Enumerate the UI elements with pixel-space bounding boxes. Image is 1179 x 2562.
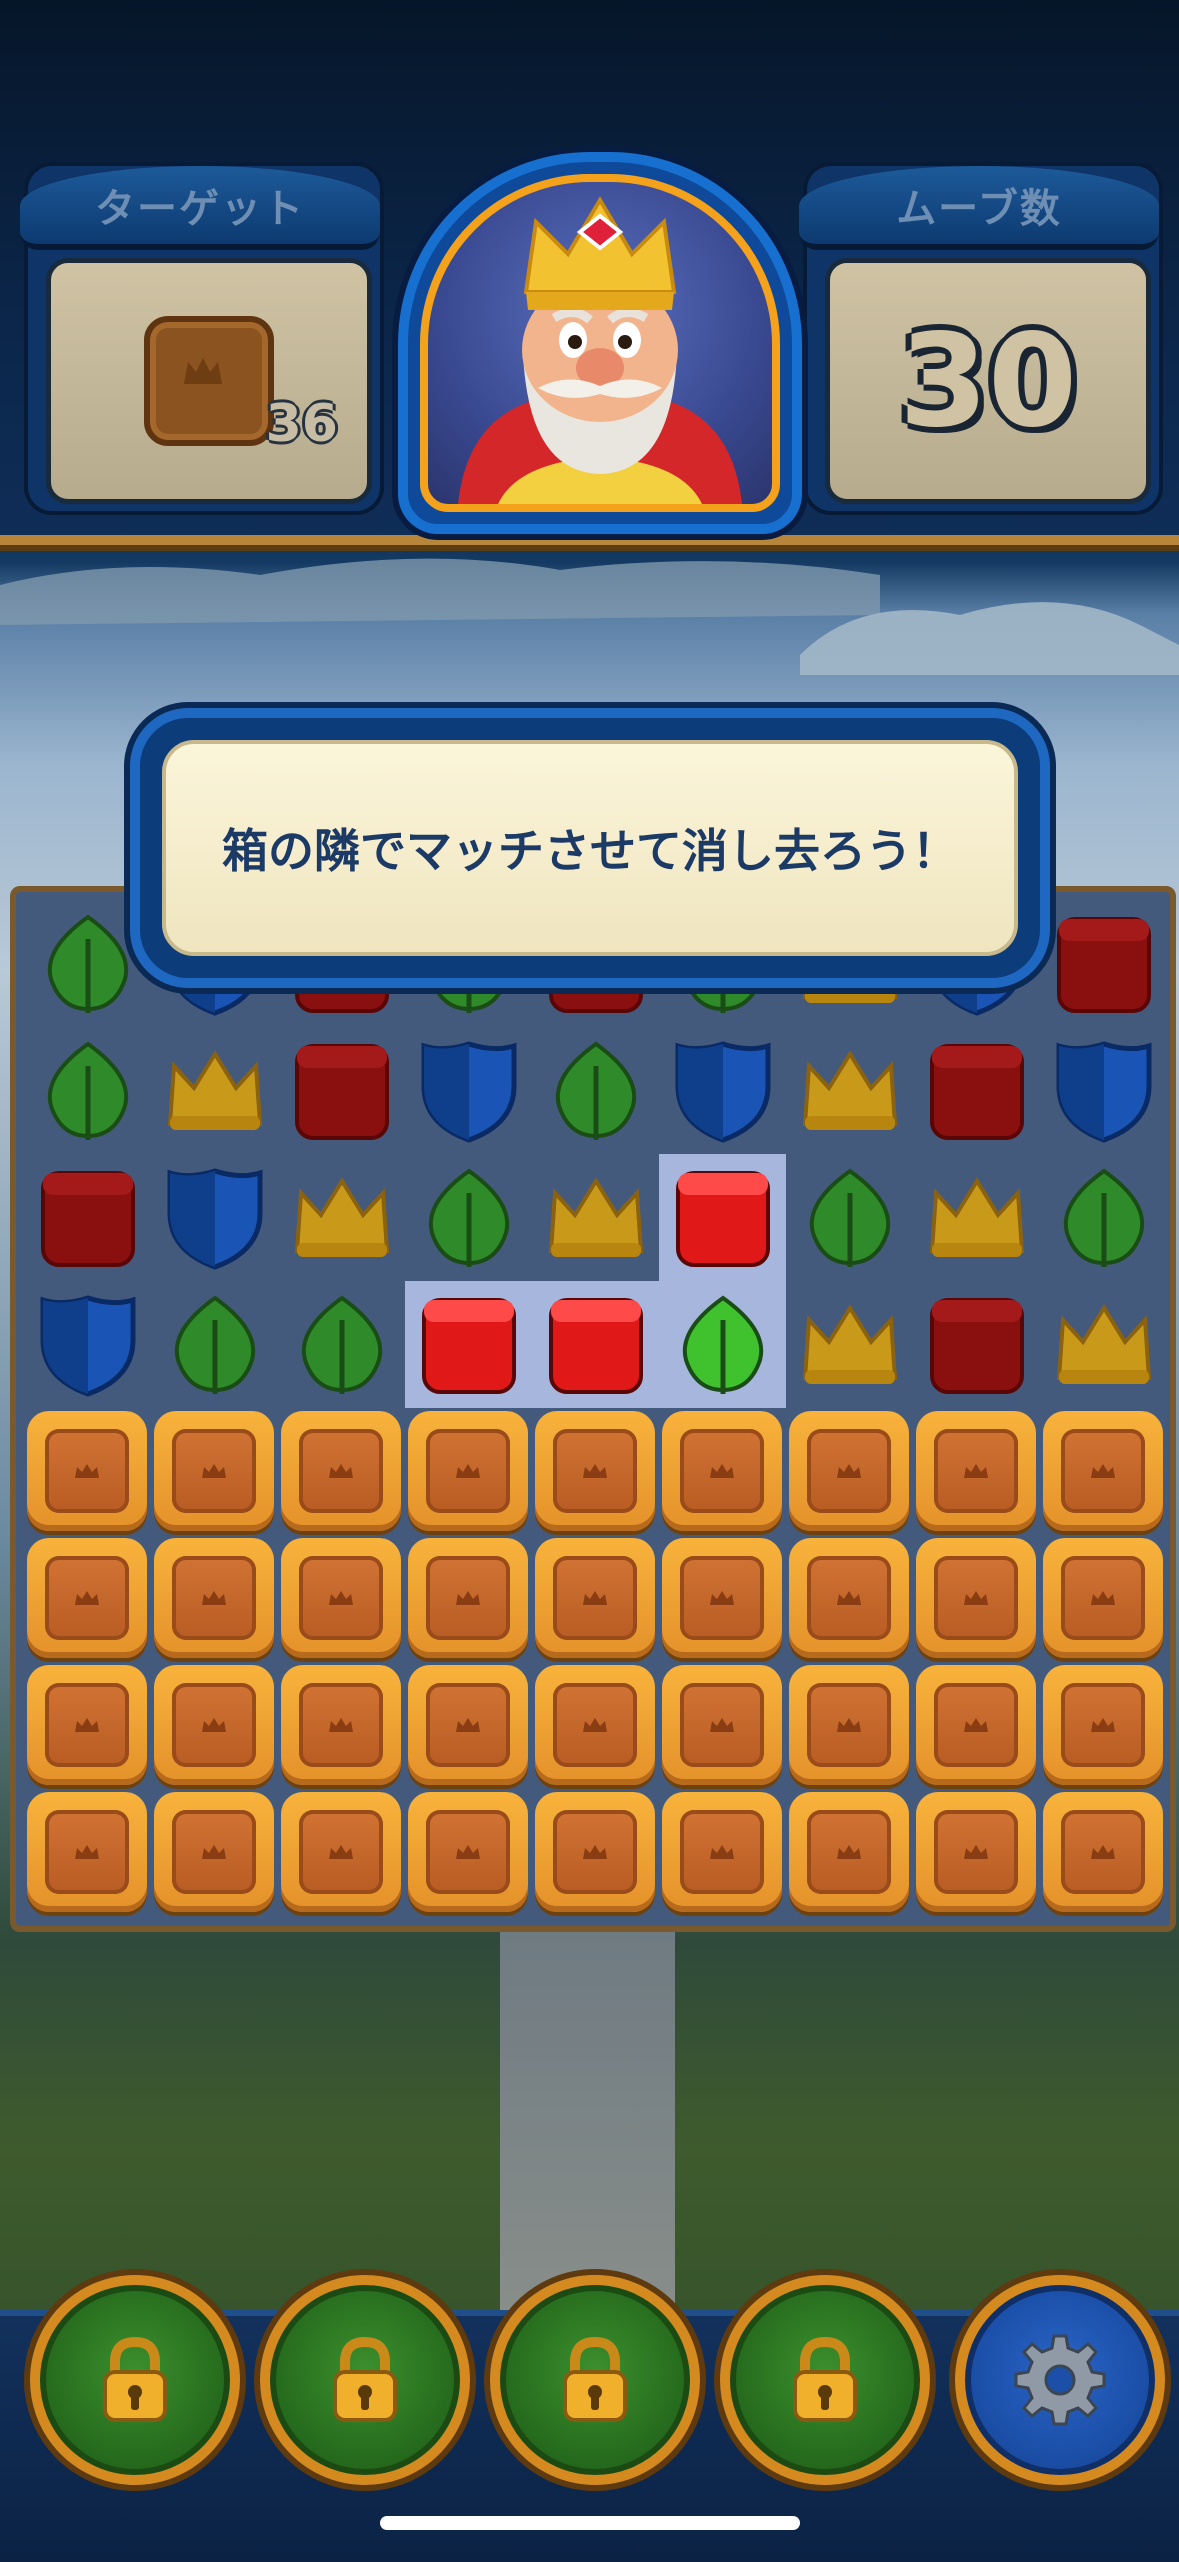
crown-piece-icon[interactable] [786,1027,913,1154]
target-display: 36 [46,258,372,504]
target-count: 36 [265,394,338,454]
crate-block [408,1411,528,1531]
shield-piece-icon[interactable] [24,1281,151,1408]
crate-block [281,1411,401,1531]
crate-block [916,1665,1036,1785]
crate-block [535,1665,655,1785]
crate-block [408,1665,528,1785]
lock-icon [103,2336,167,2422]
crate-block [1043,1665,1163,1785]
moves-display: 30 [825,258,1151,504]
crate-block [408,1538,528,1658]
leaf-piece-icon[interactable] [1040,1154,1167,1281]
crown-piece-icon[interactable] [532,1154,659,1281]
crate-block [535,1792,655,1912]
moves-label: ムーブ数 [799,166,1159,250]
crate-block [535,1538,655,1658]
shield-piece-icon[interactable] [151,1154,278,1281]
moves-panel: ムーブ数 30 [799,162,1163,515]
locked-booster-button[interactable] [720,2275,930,2485]
crate-block [662,1665,782,1785]
crate-block [1043,1792,1163,1912]
game-board [10,886,1176,1932]
crate-block [408,1792,528,1912]
box-piece-icon[interactable] [405,1281,532,1408]
crown-piece-icon[interactable] [151,1027,278,1154]
crown-piece-icon[interactable] [913,1154,1040,1281]
crate-block [789,1411,909,1531]
crate-block [27,1792,147,1912]
crate-block [535,1411,655,1531]
crown-piece-icon[interactable] [278,1154,405,1281]
shield-piece-icon[interactable] [659,1027,786,1154]
crate-block [1043,1538,1163,1658]
crate-block [154,1538,274,1658]
locked-booster-button[interactable] [260,2275,470,2485]
crate-block [662,1538,782,1658]
crown-piece-icon[interactable] [786,1281,913,1408]
box-piece-icon[interactable] [278,1027,405,1154]
crate-block [662,1411,782,1531]
crate-block [27,1538,147,1658]
cloud-layer [0,558,1179,675]
crate-block [154,1665,274,1785]
king-portrait [398,152,802,534]
crate-block [789,1538,909,1658]
leaf-piece-icon[interactable] [151,1281,278,1408]
crate-block [789,1792,909,1912]
crate-block [281,1792,401,1912]
lock-icon [563,2336,627,2422]
crown-piece-icon[interactable] [1040,1281,1167,1408]
crate-block [1043,1411,1163,1531]
moves-count: 30 [898,306,1078,456]
home-indicator[interactable] [380,2516,800,2530]
crate-block [916,1792,1036,1912]
gear-icon [1014,2334,1106,2426]
shield-piece-icon[interactable] [1040,1027,1167,1154]
locked-booster-button[interactable] [490,2275,700,2485]
leaf-piece-icon[interactable] [278,1281,405,1408]
leaf-piece-icon[interactable] [786,1154,913,1281]
leaf-piece-icon[interactable] [532,1027,659,1154]
leaf-piece-icon[interactable] [24,900,151,1027]
box-piece-icon[interactable] [659,1154,786,1281]
settings-button[interactable] [955,2275,1165,2485]
crate-block [27,1665,147,1785]
target-panel: ターゲット 36 [20,162,384,515]
crate-block [154,1411,274,1531]
crate-block [789,1665,909,1785]
crate-block [281,1538,401,1658]
box-piece-icon[interactable] [913,1281,1040,1408]
crate-block [916,1411,1036,1531]
box-piece-icon[interactable] [532,1281,659,1408]
top-hud: ターゲット 36 ムーブ数 30 [0,0,1179,545]
crate-block [154,1792,274,1912]
crate-target-icon: 36 [144,316,338,454]
box-piece-icon[interactable] [913,1027,1040,1154]
locked-booster-button[interactable] [30,2275,240,2485]
leaf-piece-icon[interactable] [24,1027,151,1154]
crate-block [916,1538,1036,1658]
crate-block [281,1665,401,1785]
box-piece-icon[interactable] [1040,900,1167,1027]
leaf-piece-icon[interactable] [405,1154,532,1281]
target-label: ターゲット [20,166,380,250]
shield-piece-icon[interactable] [405,1027,532,1154]
lock-icon [793,2336,857,2422]
box-piece-icon[interactable] [24,1154,151,1281]
tutorial-banner[interactable]: 箱の隣でマッチさせて消し去ろう！ [140,718,1040,978]
tutorial-message: 箱の隣でマッチさせて消し去ろう！ [162,740,1018,956]
lock-icon [333,2336,397,2422]
leaf-piece-icon[interactable] [659,1281,786,1408]
king-avatar-icon [458,196,742,504]
crate-block [27,1411,147,1531]
crate-block [662,1792,782,1912]
